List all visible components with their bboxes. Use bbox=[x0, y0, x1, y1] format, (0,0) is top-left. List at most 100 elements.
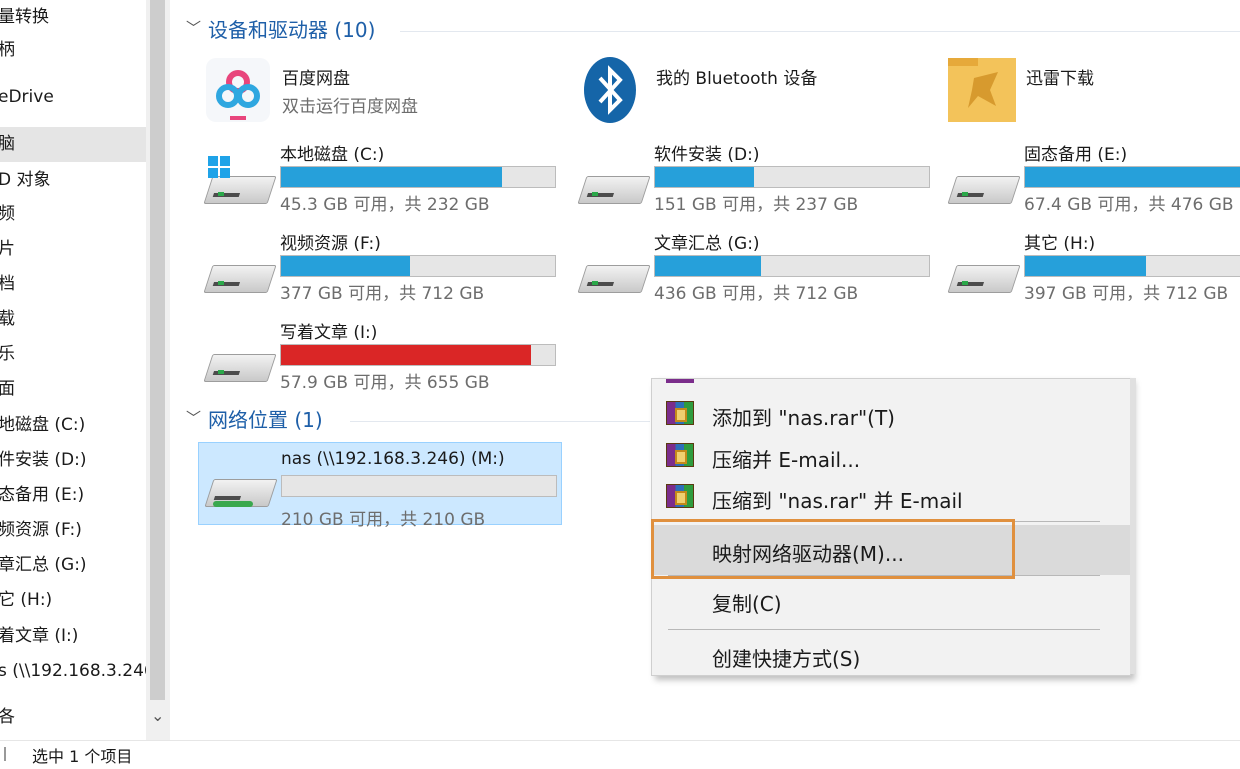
nav-item[interactable]: 档 bbox=[0, 267, 146, 302]
drive-name: 软件安装 (D:) bbox=[654, 145, 760, 165]
network-group-label: 网络位置 (1) bbox=[208, 408, 323, 432]
context-menu-item-label: 压缩到 "nas.rar" 并 E-mail bbox=[712, 489, 963, 513]
hard-drive-icon bbox=[203, 156, 277, 208]
context-menu-item[interactable]: 添加到 "nas.rar"(T) bbox=[652, 393, 1130, 433]
context-menu-item[interactable]: 复制(C) bbox=[652, 579, 1130, 619]
drive-name: 文章汇总 (G:) bbox=[654, 234, 760, 254]
drive-usage-bar bbox=[280, 166, 556, 188]
context-menu-item[interactable]: 创建快捷方式(S) bbox=[652, 634, 1130, 674]
drive-name: 固态备用 (E:) bbox=[1024, 145, 1128, 165]
drive-tile[interactable]: 固态备用 (E:) 67.4 GB 可用，共 476 GB bbox=[1024, 140, 1240, 222]
view-icon[interactable] bbox=[4, 747, 16, 761]
drive-tile[interactable]: 其它 (H:) 397 GB 可用，共 712 GB bbox=[1024, 229, 1240, 311]
device-name: 我的 Bluetooth 设备 bbox=[656, 69, 818, 89]
context-menu-item-label: 添加到 "nas.rar"(T) bbox=[712, 406, 895, 430]
nav-item[interactable]: 它 (H:) bbox=[0, 583, 146, 618]
nav-item-label: 柄 bbox=[0, 40, 15, 60]
drive-usage-bar bbox=[280, 344, 556, 366]
nav-item-label: 片 bbox=[0, 239, 15, 259]
drive-usage-text: 210 GB 可用，共 210 GB bbox=[281, 510, 486, 530]
nav-item[interactable]: 柄 bbox=[0, 33, 146, 68]
drive-usage-bar bbox=[1024, 255, 1240, 277]
nav-item[interactable]: 态备用 (E:) bbox=[0, 478, 146, 513]
hard-drive-icon bbox=[947, 168, 1021, 208]
hard-drive-icon bbox=[947, 257, 1021, 297]
network-drive-icon bbox=[204, 471, 278, 511]
drive-usage-text: 151 GB 可用，共 237 GB bbox=[654, 195, 859, 215]
nav-item[interactable]: 载 bbox=[0, 302, 146, 337]
chevron-down-icon[interactable]: ﹀ bbox=[186, 13, 201, 43]
drive-name: 其它 (H:) bbox=[1024, 234, 1096, 254]
drive-name: nas (\\192.168.3.246) (M:) bbox=[281, 449, 505, 469]
nav-item[interactable]: 片 bbox=[0, 232, 146, 267]
nav-item-label: s (\\192.168.3.246 bbox=[0, 661, 146, 681]
nav-item[interactable]: 件安装 (D:) bbox=[0, 443, 146, 478]
scroll-down-icon[interactable]: ⌄ bbox=[151, 706, 164, 725]
nav-item[interactable]: 章汇总 (G:) bbox=[0, 548, 146, 583]
context-menu-item-label: 复制(C) bbox=[712, 592, 782, 616]
status-bar: 选中 1 个项目 bbox=[0, 740, 1240, 769]
nav-item-label: 脑 bbox=[0, 134, 15, 154]
bluetooth-icon bbox=[578, 56, 646, 124]
navigation-scrollbar[interactable]: ⌄ bbox=[146, 0, 170, 740]
drive-usage-text: 45.3 GB 可用，共 232 GB bbox=[280, 195, 490, 215]
nav-item-label: 章汇总 (G:) bbox=[0, 555, 87, 575]
drive-name: 本地磁盘 (C:) bbox=[280, 145, 385, 165]
drive-name: 视频资源 (F:) bbox=[280, 234, 381, 254]
nav-item-label: 各 bbox=[0, 707, 15, 727]
drive-usage-bar bbox=[654, 255, 930, 277]
network-drive-nas[interactable]: nas (\\192.168.3.246) (M:) 210 GB 可用，共 2… bbox=[198, 442, 562, 530]
nav-item[interactable]: s (\\192.168.3.246 bbox=[0, 654, 146, 689]
nav-item-label: 频资源 (F:) bbox=[0, 520, 82, 540]
nav-item[interactable]: 脑 bbox=[0, 127, 146, 162]
nav-item[interactable]: 量转换 bbox=[0, 0, 146, 35]
context-menu-item-label: 创建快捷方式(S) bbox=[712, 647, 861, 671]
chevron-down-icon[interactable]: ﹀ bbox=[186, 403, 201, 433]
drive-usage-text: 67.4 GB 可用，共 476 GB bbox=[1024, 195, 1234, 215]
nav-item[interactable]: 频 bbox=[0, 197, 146, 232]
drive-usage-bar bbox=[281, 475, 557, 497]
nav-item[interactable]: 着文章 (I:) bbox=[0, 619, 146, 654]
nav-item-label: eDrive bbox=[0, 87, 54, 107]
hard-drive-icon bbox=[577, 257, 651, 297]
device-name: 迅雷下载 bbox=[1026, 69, 1094, 89]
nav-item-label: 着文章 (I:) bbox=[0, 626, 79, 646]
scrollbar-thumb[interactable] bbox=[150, 0, 165, 700]
nav-item-label: D 对象 bbox=[0, 170, 51, 190]
device-tile[interactable]: 迅雷下载 bbox=[1026, 64, 1240, 146]
nav-item-label: 档 bbox=[0, 274, 15, 294]
hard-drive-icon bbox=[203, 346, 277, 386]
winrar-icon bbox=[666, 443, 694, 467]
drive-name: 写着文章 (I:) bbox=[280, 323, 378, 343]
drive-usage-text: 57.9 GB 可用，共 655 GB bbox=[280, 373, 490, 393]
nav-item-label: 地磁盘 (C:) bbox=[0, 415, 86, 435]
nav-item[interactable]: 地磁盘 (C:) bbox=[0, 408, 146, 443]
device-name: 百度网盘 bbox=[282, 69, 350, 89]
windows-logo-icon bbox=[208, 156, 230, 178]
nav-item[interactable]: 各 bbox=[0, 700, 146, 735]
winrar-icon bbox=[666, 401, 694, 425]
nav-item-label: 频 bbox=[0, 204, 15, 224]
nav-item[interactable]: eDrive bbox=[0, 80, 146, 115]
rar-icon bbox=[666, 379, 694, 383]
highlight-annotation-box bbox=[651, 519, 1015, 579]
context-menu-item[interactable]: 压缩到 "nas.rar" 并 E-mail bbox=[652, 476, 1130, 516]
nav-item-label: 量转换 bbox=[0, 7, 49, 27]
devices-group-label: 设备和驱动器 (10) bbox=[208, 18, 376, 42]
group-divider bbox=[400, 31, 1240, 32]
nav-item-label: 面 bbox=[0, 379, 15, 399]
drive-tile[interactable]: 写着文章 (I:) 57.9 GB 可用，共 655 GB bbox=[280, 318, 640, 400]
drive-usage-bar bbox=[654, 166, 930, 188]
nav-item-label: 它 (H:) bbox=[0, 590, 53, 610]
device-subtitle: 双击运行百度网盘 bbox=[282, 97, 418, 117]
group-divider bbox=[350, 421, 650, 422]
hard-drive-icon bbox=[203, 257, 277, 297]
drive-usage-text: 377 GB 可用，共 712 GB bbox=[280, 284, 485, 304]
nav-item-label: 乐 bbox=[0, 344, 15, 364]
nav-item[interactable]: 面 bbox=[0, 372, 146, 407]
context-menu-item[interactable]: 压缩并 E-mail... bbox=[652, 435, 1130, 475]
nav-item[interactable]: 频资源 (F:) bbox=[0, 513, 146, 548]
nav-item[interactable]: 乐 bbox=[0, 337, 146, 372]
nav-item[interactable]: D 对象 bbox=[0, 163, 146, 198]
drive-usage-bar bbox=[1024, 166, 1240, 188]
